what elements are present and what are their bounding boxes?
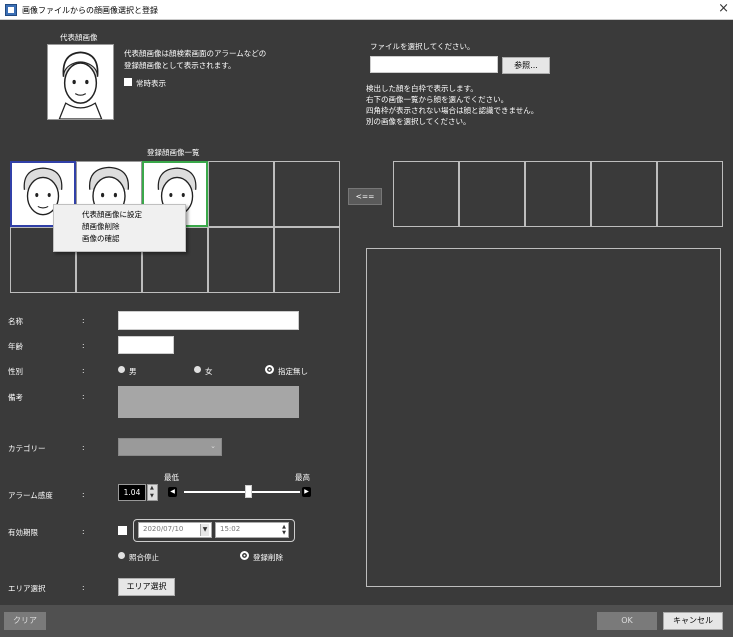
gender-radio-female[interactable]: [194, 366, 201, 373]
expiry-radio-stop[interactable]: [118, 552, 125, 559]
cancel-button[interactable]: キャンセル: [663, 612, 723, 630]
expiry-label: 有効期限: [8, 528, 38, 537]
ok-button[interactable]: OK: [597, 612, 657, 630]
gender-radio-unspecified[interactable]: [265, 365, 274, 374]
separator: :: [82, 490, 85, 499]
always-show-label: 常時表示: [136, 79, 166, 88]
face-slot[interactable]: [208, 161, 274, 227]
expiry-time-value: 15:02: [220, 525, 241, 533]
alarm-sensitivity-label: アラーム感度: [8, 491, 53, 500]
alarm-slider-track[interactable]: [184, 491, 300, 493]
detected-face-slot[interactable]: [525, 161, 591, 227]
face-list-header: 登録顔画像一覧: [147, 148, 200, 157]
gender-radio-male[interactable]: [118, 366, 125, 373]
transfer-button[interactable]: <==: [348, 188, 382, 205]
slider-right-icon[interactable]: ▶: [302, 487, 311, 497]
separator: :: [82, 443, 85, 452]
name-input[interactable]: [118, 311, 299, 330]
face-slot[interactable]: [274, 227, 340, 293]
menu-item-delete-face[interactable]: 顔画像削除: [54, 221, 185, 233]
rep-face-image: [47, 44, 114, 120]
gender-label-female: 女: [205, 367, 213, 376]
time-spinner-icon[interactable]: ▲ ▼: [282, 524, 286, 536]
alarm-slider-thumb[interactable]: [244, 485, 252, 498]
title-bar: 画像ファイルからの顔画像選択と登録 ×: [0, 0, 733, 20]
app-icon: [5, 4, 17, 16]
chevron-down-icon: ⌄: [210, 442, 216, 450]
separator: :: [82, 341, 85, 350]
file-select-label: ファイルを選択してください。: [370, 42, 475, 51]
spin-up-icon[interactable]: ▲: [150, 485, 154, 491]
close-icon[interactable]: ×: [718, 2, 729, 16]
age-label: 年齢: [8, 342, 23, 351]
alarm-spinner[interactable]: ▲ ▼: [147, 484, 158, 501]
separator: :: [82, 527, 85, 536]
rep-desc-line1: 代表顔画像は顔検索画面のアラームなどの: [124, 49, 267, 58]
separator: :: [82, 583, 85, 592]
file-info-line2: 右下の画像一覧から顔を選んでください。: [366, 95, 509, 104]
category-label: カテゴリー: [8, 444, 46, 453]
separator: :: [82, 366, 85, 375]
expiry-option-stop: 照合停止: [129, 553, 159, 562]
window-title: 画像ファイルからの顔画像選択と登録: [22, 6, 158, 15]
spin-down-icon[interactable]: ▼: [150, 493, 154, 499]
name-label: 名称: [8, 317, 23, 326]
gender-label: 性別: [8, 367, 23, 376]
detected-face-slot[interactable]: [657, 161, 723, 227]
alarm-low-label: 最低: [164, 473, 179, 482]
clear-button[interactable]: クリア: [4, 612, 46, 630]
file-info-line1: 検出した顔を白枠で表示します。: [366, 84, 478, 93]
note-input[interactable]: [118, 386, 299, 418]
chevron-down-icon[interactable]: ▼: [200, 524, 209, 536]
browse-button[interactable]: 参照...: [502, 57, 550, 74]
face-context-menu: 代表顔画像に設定 顔画像削除 画像の確認: [53, 204, 186, 252]
area-select-button[interactable]: エリア選択: [118, 578, 175, 596]
category-select[interactable]: ⌄: [118, 438, 222, 456]
slider-left-icon[interactable]: ◀: [168, 487, 177, 497]
rep-face-header: 代表顔画像: [60, 33, 98, 42]
gender-label-unspecified: 指定無し: [278, 367, 308, 376]
face-illustration: [58, 51, 103, 119]
expiry-date-value: 2020/07/10: [143, 525, 184, 533]
expiry-option-delete: 登録削除: [253, 553, 283, 562]
file-path-input[interactable]: [370, 56, 498, 73]
file-info-line4: 別の画像を選択してください。: [366, 117, 471, 126]
footer-bar: クリア OK キャンセル: [0, 605, 733, 637]
face-slot[interactable]: [208, 227, 274, 293]
expiry-radio-delete[interactable]: [240, 551, 249, 560]
gender-label-male: 男: [129, 367, 137, 376]
always-show-checkbox[interactable]: [124, 78, 132, 86]
detected-face-slot[interactable]: [459, 161, 525, 227]
note-label: 備考: [8, 393, 23, 402]
detected-face-slot[interactable]: [591, 161, 657, 227]
file-info-line3: 四角枠が表示されない場合は顔と認識できません。: [366, 106, 539, 115]
alarm-high-label: 最高: [295, 473, 310, 482]
face-slot[interactable]: [274, 161, 340, 227]
expiry-time-picker[interactable]: 15:02 ▲ ▼: [215, 522, 289, 538]
separator: :: [82, 316, 85, 325]
age-input[interactable]: [118, 336, 174, 354]
menu-item-set-representative[interactable]: 代表顔画像に設定: [54, 209, 185, 221]
expiry-checkbox[interactable]: [118, 526, 127, 535]
image-preview-area[interactable]: [366, 248, 721, 587]
detected-face-slot[interactable]: [393, 161, 459, 227]
separator: :: [82, 392, 85, 401]
menu-item-view-image[interactable]: 画像の確認: [54, 233, 185, 245]
area-label: エリア選択: [8, 584, 46, 593]
alarm-value-input[interactable]: 1.04: [118, 484, 146, 501]
rep-desc-line2: 登録顔画像として表示されます。: [124, 61, 236, 70]
expiry-date-picker[interactable]: 2020/07/10 ▼: [138, 522, 212, 538]
